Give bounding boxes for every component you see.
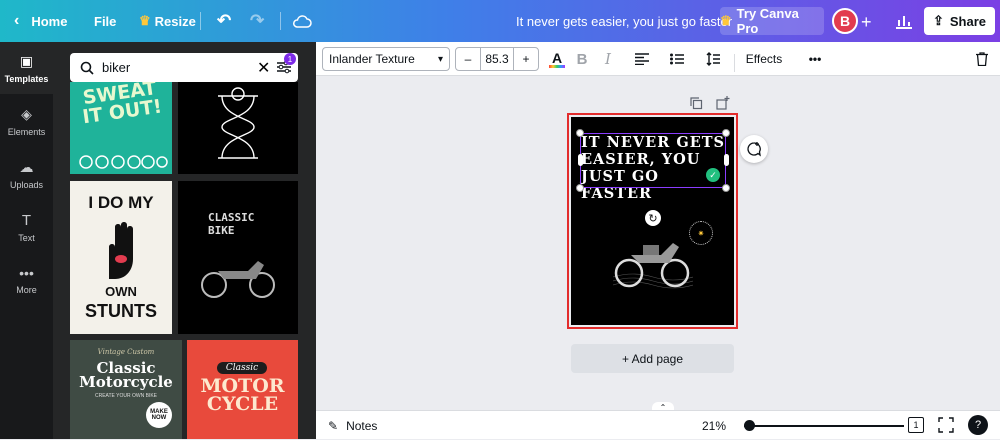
divider [200, 12, 201, 30]
zoom-level[interactable]: 21% [702, 419, 726, 433]
text-icon: T [21, 211, 32, 229]
spacing-icon[interactable] [702, 47, 724, 71]
increase-size-button[interactable]: + [514, 48, 538, 70]
crown-icon: ♛ [720, 13, 732, 28]
rail-more[interactable]: ••• More [0, 254, 53, 306]
side-handle[interactable] [578, 154, 583, 166]
resize-handle[interactable] [722, 184, 730, 192]
rotate-icon[interactable]: ↻ [645, 210, 661, 226]
footer-bar: ✎ Notes 21% 1 ? [316, 410, 1000, 439]
zoom-slider-thumb[interactable] [744, 420, 755, 431]
top-bar: ‹ Home File ♛ Resize ↶ ↷ It never gets e… [0, 0, 1000, 42]
text-color-button[interactable]: A [546, 47, 568, 71]
decrease-size-button[interactable]: – [456, 48, 480, 70]
add-page-button[interactable]: + Add page [571, 344, 734, 373]
notes-icon: ✎ [328, 418, 339, 433]
chevron-down-icon: ▾ [437, 53, 443, 65]
chevron-left-icon: ‹ [14, 12, 20, 29]
template-card[interactable]: CLASSIC BIKE [178, 181, 298, 334]
font-family-dropdown[interactable]: Inlander Texture ▾ [322, 47, 450, 71]
hand-eye-icon [109, 222, 133, 279]
document-title[interactable]: It never gets easier, you just go faster [516, 0, 732, 42]
rail-templates[interactable]: ▣ Templates [0, 42, 53, 94]
motorcycle-photo[interactable] [612, 215, 694, 295]
notes-button[interactable]: ✎ Notes [328, 411, 377, 440]
bold-icon[interactable]: B [571, 47, 593, 71]
italic-icon[interactable]: I [597, 47, 619, 71]
add-collaborator-icon[interactable]: + [861, 12, 872, 33]
template-card[interactable]: I DO MY OWN STUNTS [70, 181, 172, 334]
font-size-input[interactable]: 85.3 [480, 48, 514, 70]
analytics-icon[interactable] [895, 0, 913, 42]
search-icon [80, 61, 94, 75]
text-toolbar: Inlander Texture ▾ – 85.3 + A B I Effect… [316, 42, 1000, 76]
resize-button[interactable]: ♛ Resize [139, 0, 196, 42]
redo-icon[interactable]: ↷ [250, 0, 264, 42]
trash-icon[interactable] [972, 47, 992, 71]
templates-panel: biker ✕ 1 SWEAT IT OUT! I DO MY OWN STUN… [53, 42, 316, 439]
hourglass-illustration [218, 87, 258, 159]
filter-icon[interactable]: 1 [276, 53, 296, 75]
template-card[interactable]: Vintage Custom Classic Motorcycle CREATE… [70, 340, 182, 439]
fullscreen-icon[interactable] [938, 417, 954, 433]
zoom-slider[interactable] [744, 420, 904, 431]
crown-icon: ♛ [139, 13, 151, 28]
more-dots-icon: ••• [19, 265, 34, 281]
text-selection-box [580, 133, 726, 188]
divider [280, 12, 281, 30]
cloud-save-icon[interactable] [292, 0, 312, 42]
duplicate-page-icon[interactable] [690, 97, 704, 111]
file-menu[interactable]: File [94, 0, 116, 42]
share-icon: ⇪ [932, 13, 944, 28]
elements-icon: ◈ [21, 105, 32, 122]
motorcycle-illustration [201, 261, 275, 298]
magic-write-icon[interactable]: ✓ [706, 168, 720, 182]
resize-handle[interactable] [576, 184, 584, 192]
side-rail: ▣ Templates ◈ Elements ☁ Uploads T Text … [0, 42, 53, 439]
clear-icon[interactable]: ✕ [257, 58, 270, 78]
star-icon: ✷ [697, 228, 705, 238]
effects-button[interactable]: Effects [740, 47, 788, 71]
more-options-icon[interactable]: ••• [804, 47, 826, 71]
rail-elements[interactable]: ◈ Elements [0, 95, 53, 147]
template-card[interactable]: SWEAT IT OUT! [70, 82, 172, 174]
upload-icon: ☁ [19, 158, 34, 175]
circular-badge: ✷ [689, 221, 713, 245]
resize-handle[interactable] [576, 129, 584, 137]
share-button[interactable]: ⇪ Share [924, 7, 995, 35]
cyclists-illustration [79, 155, 168, 169]
list-icon[interactable] [666, 47, 688, 71]
page-count-button[interactable]: 1 [908, 417, 924, 433]
text-color-icon: A [551, 49, 563, 66]
help-icon[interactable]: ? [968, 415, 988, 435]
templates-icon: ▣ [19, 52, 34, 69]
try-pro-button[interactable]: ♛ Try Canva Pro [720, 6, 824, 36]
template-card[interactable] [178, 82, 298, 174]
undo-icon[interactable]: ↶ [217, 0, 231, 42]
align-left-icon[interactable] [631, 47, 653, 71]
avatar[interactable]: B [832, 8, 858, 34]
rail-uploads[interactable]: ☁ Uploads [0, 148, 53, 200]
divider [734, 54, 735, 72]
comment-add-icon[interactable] [740, 135, 768, 163]
home-button[interactable]: ‹ Home [14, 0, 67, 42]
add-page-icon[interactable] [716, 96, 730, 110]
font-size-stepper: – 85.3 + [455, 47, 539, 71]
rail-text[interactable]: T Text [0, 201, 53, 253]
color-strip [549, 64, 565, 68]
side-handle[interactable] [724, 154, 729, 166]
filter-count-badge: 1 [284, 53, 296, 65]
search-input[interactable]: biker ✕ 1 [70, 53, 298, 82]
resize-handle[interactable] [722, 129, 730, 137]
template-card[interactable]: Classic MOTOR CYCLE [187, 340, 298, 439]
